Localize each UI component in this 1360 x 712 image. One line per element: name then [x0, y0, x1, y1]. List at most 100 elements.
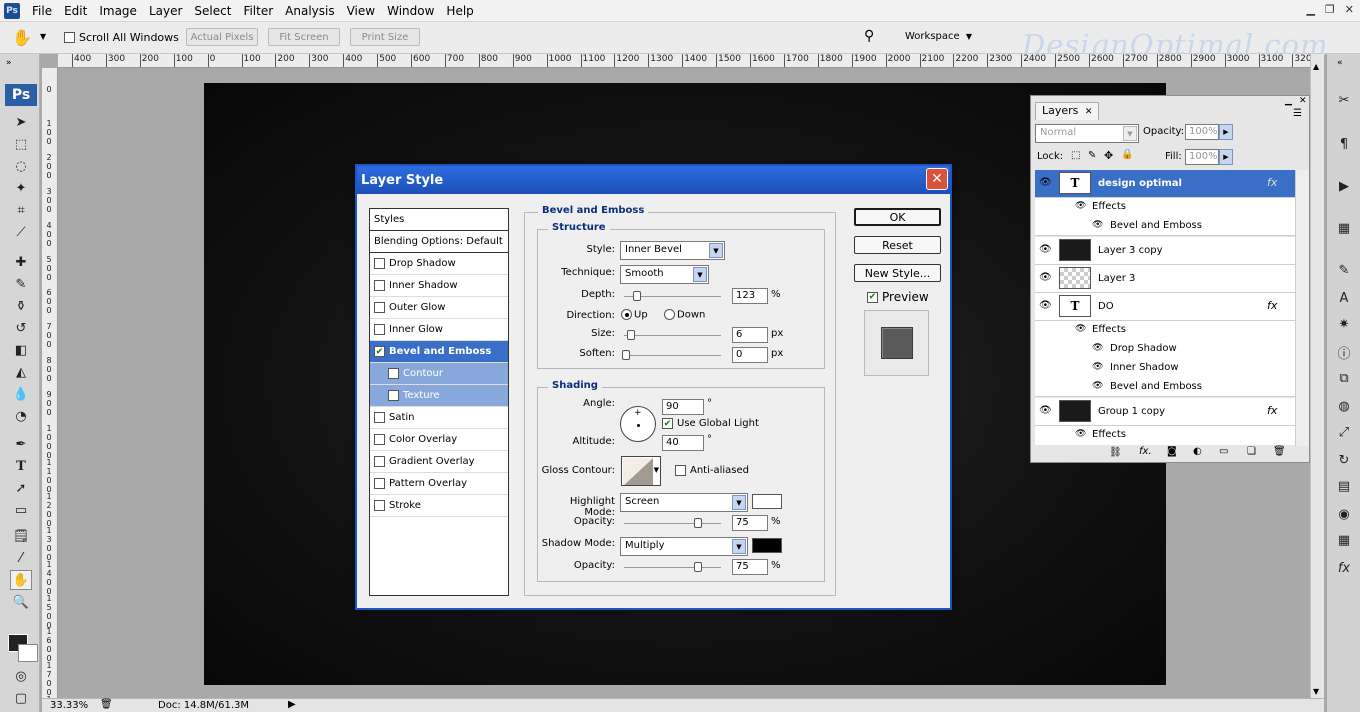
eye-icon[interactable]: 👁	[1092, 220, 1103, 230]
eye-icon[interactable]: 👁	[1039, 405, 1052, 416]
collapse-icon[interactable]: »	[6, 58, 12, 68]
navigator-panel-icon[interactable]: ✷	[1333, 314, 1355, 334]
zoom-level[interactable]: 33.33%	[50, 700, 88, 711]
eye-icon[interactable]: 👁	[1039, 244, 1052, 255]
checkbox-icon[interactable]	[374, 258, 385, 269]
eye-icon[interactable]: 👁	[1039, 177, 1052, 188]
menu-file[interactable]: File	[26, 1, 58, 21]
preview-checkbox[interactable]: ✔ Preview	[867, 290, 929, 304]
menu-filter[interactable]: Filter	[237, 1, 279, 21]
slider-knob[interactable]	[694, 518, 702, 528]
depth-slider[interactable]	[624, 291, 721, 301]
direction-down-radio[interactable]: Down	[664, 309, 705, 321]
blending-options-item[interactable]: Blending Options: Default	[370, 231, 508, 253]
eye-icon[interactable]: 👁	[1075, 324, 1086, 334]
effect-bevel-emboss[interactable]: 👁 Bevel and Emboss	[1035, 378, 1295, 397]
fit-screen-button[interactable]: Fit Screen	[268, 28, 340, 46]
shape-tool-icon[interactable]: ▭	[10, 500, 32, 520]
workspace-menu[interactable]: Workspace ▼	[905, 31, 972, 42]
blur-tool-icon[interactable]: 💧	[10, 384, 32, 404]
checkbox-icon[interactable]	[374, 500, 385, 511]
status-menu-arrow-icon[interactable]: ▶	[288, 699, 296, 710]
style-item-pattern-overlay[interactable]: Pattern Overlay	[370, 473, 508, 495]
quick-mask-icon[interactable]: ◎	[10, 666, 32, 686]
shadow-color-swatch[interactable]	[752, 538, 782, 553]
scroll-up-icon[interactable]: ▲	[1313, 62, 1319, 71]
eye-icon[interactable]: 👁	[1092, 362, 1103, 372]
paint-bucket-icon[interactable]: ◭	[10, 362, 32, 382]
size-slider[interactable]	[624, 330, 721, 340]
animation-panel-icon[interactable]: ▶	[1333, 176, 1355, 196]
blend-mode-select[interactable]: Normal ▼	[1035, 124, 1139, 143]
slider-knob[interactable]	[622, 350, 630, 360]
style-item-inner-glow[interactable]: Inner Glow	[370, 319, 508, 341]
style-item-drop-shadow[interactable]: Drop Shadow	[370, 253, 508, 275]
menu-layer[interactable]: Layer	[143, 1, 188, 21]
print-size-button[interactable]: Print Size	[350, 28, 420, 46]
style-item-contour[interactable]: Contour	[370, 363, 508, 385]
panel-menu-icon[interactable]: ☰	[1293, 108, 1302, 119]
brush-tool-icon[interactable]: ✎	[10, 274, 32, 294]
highlight-mode-select[interactable]: Screen ▼	[620, 493, 748, 512]
style-item-outer-glow[interactable]: Outer Glow	[370, 297, 508, 319]
link-layers-icon[interactable]: ⛓	[1109, 447, 1122, 458]
actions-panel-icon[interactable]: ▤	[1333, 476, 1355, 496]
dock-collapse-icon[interactable]: «	[1337, 58, 1343, 68]
transform-panel-icon[interactable]: ⤢	[1333, 422, 1355, 442]
lock-image-icon[interactable]: ✎	[1088, 150, 1096, 161]
add-mask-icon[interactable]: ◙	[1167, 446, 1177, 457]
actual-pixels-button[interactable]: Actual Pixels	[186, 28, 258, 46]
history-panel-icon[interactable]: ↻	[1333, 450, 1355, 470]
eye-icon[interactable]: 👁	[1039, 272, 1052, 283]
effects-row[interactable]: 👁 Effects	[1035, 426, 1295, 445]
checkbox-icon[interactable]	[374, 412, 385, 423]
hand-tool-icon[interactable]: ✋	[12, 28, 32, 47]
angle-field[interactable]: 90	[662, 399, 704, 415]
fill-arrow-icon[interactable]: ▶	[1219, 149, 1233, 165]
tools-panel-icon[interactable]: ✂	[1333, 90, 1355, 110]
new-group-icon[interactable]: ▭	[1219, 446, 1228, 457]
new-layer-icon[interactable]: ❏	[1247, 446, 1256, 457]
eyedropper-icon[interactable]: ⁄	[10, 548, 32, 568]
menu-select[interactable]: Select	[188, 1, 237, 21]
marquee-tool-icon[interactable]: ⬚	[10, 134, 32, 154]
character-panel-icon[interactable]: A	[1333, 288, 1355, 308]
lock-position-icon[interactable]: ✥	[1104, 149, 1113, 162]
crop-tool-icon[interactable]: ⌗	[10, 200, 32, 220]
background-color-swatch[interactable]	[18, 644, 38, 662]
eye-icon[interactable]: 👁	[1075, 429, 1086, 439]
ok-button[interactable]: OK	[854, 208, 941, 226]
new-style-button[interactable]: New Style...	[854, 264, 941, 282]
fill-field[interactable]: 100%	[1185, 149, 1219, 165]
checkbox-icon[interactable]	[374, 478, 385, 489]
close-icon[interactable]: ✕	[926, 168, 948, 190]
lock-transparent-icon[interactable]: ⬚	[1071, 150, 1080, 161]
hand-tool-icon[interactable]: ✋	[10, 570, 32, 590]
grid-panel-icon[interactable]: ▦	[1333, 530, 1355, 550]
delete-layer-icon[interactable]: 🗑	[1273, 446, 1286, 457]
checkbox-icon[interactable]	[388, 368, 399, 379]
dialog-title-bar[interactable]: Layer Style ✕	[357, 166, 950, 194]
checkbox-icon[interactable]	[374, 456, 385, 467]
menu-view[interactable]: View	[341, 1, 381, 21]
opacity-arrow-icon[interactable]: ▶	[1219, 124, 1233, 140]
effect-inner-shadow[interactable]: 👁 Inner Shadow	[1035, 359, 1295, 378]
lock-all-icon[interactable]: 🔒	[1121, 149, 1133, 160]
altitude-field[interactable]: 40	[662, 435, 704, 451]
checkbox-icon[interactable]	[374, 324, 385, 335]
layers-scrollbar[interactable]	[1295, 170, 1309, 446]
eye-icon[interactable]: 👁	[1092, 343, 1103, 353]
style-item-satin[interactable]: Satin	[370, 407, 508, 429]
info-panel-icon[interactable]: ⓘ	[1333, 342, 1355, 362]
color-panel-icon[interactable]: ◍	[1333, 396, 1355, 416]
eye-icon[interactable]: 👁	[1092, 381, 1103, 391]
minimize-icon[interactable]: ▁	[1306, 3, 1314, 16]
checkbox-checked-icon[interactable]: ✔	[374, 346, 385, 357]
menu-image[interactable]: Image	[93, 1, 143, 21]
path-selection-icon[interactable]: ➚	[10, 478, 32, 498]
bridge-icon[interactable]: ⚲	[864, 28, 874, 44]
slider-knob[interactable]	[627, 330, 635, 340]
highlight-opacity-field[interactable]: 75	[732, 515, 768, 531]
menu-help[interactable]: Help	[440, 1, 479, 21]
move-tool-icon[interactable]: ➤	[10, 112, 32, 132]
